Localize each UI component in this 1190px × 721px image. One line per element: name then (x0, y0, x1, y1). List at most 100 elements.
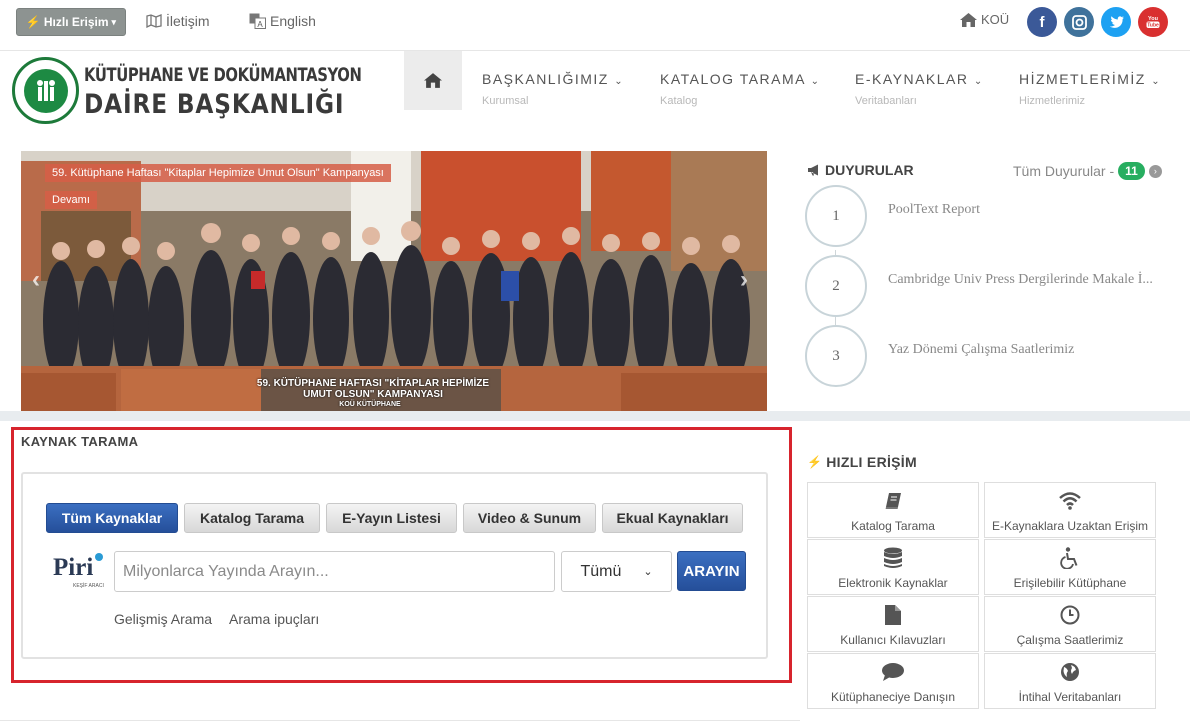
quick-link-label: E-Kaynaklara Uzaktan Erişim (991, 519, 1149, 533)
quick-access-button[interactable]: ⚡ Hızlı Erişim ▾ (16, 8, 126, 36)
logo-title-line2[interactable]: DAİRE BAŞKANLIĞI (84, 89, 344, 120)
slider-prev-arrow-icon[interactable]: ‹ (32, 266, 40, 294)
nav-item-baskanligimiz[interactable]: BAŞKANLIĞIMIZ ⌄ Kurumsal (482, 71, 624, 107)
seal-emblem (23, 68, 68, 113)
announcements-title-label: DUYURULAR (825, 162, 914, 178)
svg-text:You: You (1148, 16, 1158, 22)
search-input[interactable] (114, 551, 555, 592)
language-label: English (270, 13, 316, 29)
translate-icon: A (249, 13, 266, 29)
slide-banner: 59. KÜTÜPHANE HAFTASI "KİTAPLAR HEPİMİZE… (255, 378, 491, 400)
instagram-icon[interactable] (1064, 7, 1094, 37)
advanced-search-link[interactable]: Gelişmiş Arama (114, 611, 212, 627)
contact-label: İletişim (166, 13, 210, 29)
quick-link-label: Kütüphaneciye Danışın (830, 690, 956, 704)
announcement-number: 1 (805, 185, 867, 247)
search-button[interactable]: ARAYIN (677, 551, 746, 591)
wifi-icon (1059, 492, 1081, 510)
nav-subtitle: Hizmetlerimiz (1019, 95, 1085, 107)
all-announcements-link[interactable]: Tüm Duyurular - 11 › (1013, 162, 1162, 180)
quick-link-label: Katalog Tarama (851, 519, 935, 533)
announcement-number: 3 (805, 325, 867, 387)
nav-subtitle: Katalog (660, 95, 698, 107)
youtube-icon[interactable]: You Tube (1138, 7, 1168, 37)
language-link[interactable]: A English (249, 13, 316, 29)
twitter-icon[interactable] (1101, 7, 1131, 37)
announcement-item[interactable]: Cambridge Univ Press Dergilerinde Makale… (888, 272, 1153, 288)
nav-subtitle: Veritabanları (855, 95, 917, 107)
slide-more-link[interactable]: Devamı (45, 191, 97, 209)
home-icon (960, 12, 977, 27)
announcement-item[interactable]: Yaz Dönemi Çalışma Saatlerimiz (888, 342, 1074, 358)
slider-next-arrow-icon[interactable]: › (740, 266, 748, 294)
facebook-icon[interactable]: f (1027, 7, 1057, 37)
quick-link-remote-access[interactable]: E-Kaynaklara Uzaktan Erişim (984, 482, 1156, 538)
announcement-count-badge: 11 (1118, 162, 1145, 180)
globe-icon (1061, 663, 1079, 681)
chevron-down-icon: ⌄ (1151, 76, 1162, 87)
logo-title-line1[interactable]: KÜTÜPHANE VE DOKÜMANTASYON (84, 64, 362, 86)
database-icon (884, 547, 902, 568)
nav-item-katalog-tarama[interactable]: KATALOG TARAMA ⌄ Katalog (660, 71, 821, 107)
banner-line1: 59. KÜTÜPHANE HAFTASI "KİTAPLAR HEPİMİZE (256, 378, 490, 389)
nav-home[interactable] (404, 51, 462, 110)
map-icon (146, 14, 162, 28)
piri-logo: Piri (53, 554, 94, 581)
all-announcements-label: Tüm Duyurular - (1013, 163, 1115, 179)
quick-link-working-hours[interactable]: Çalışma Saatlerimiz (984, 596, 1156, 652)
search-tips-link[interactable]: Arama ipuçları (229, 611, 319, 627)
chevron-down-icon: ▾ (111, 16, 117, 27)
tab-all-resources[interactable]: Tüm Kaynaklar (46, 503, 178, 533)
chat-icon (882, 663, 904, 681)
tab-video-presentation[interactable]: Video & Sunum (463, 503, 596, 533)
quick-access-title-label: HIZLI ERİŞİM (826, 454, 917, 470)
quick-link-catalog-search[interactable]: Katalog Tarama (807, 482, 979, 538)
svg-text:Tube: Tube (1147, 23, 1159, 29)
piri-logo-dot (95, 553, 103, 561)
megaphone-icon (808, 164, 818, 176)
tab-ekual-resources[interactable]: Ekual Kaynakları (602, 503, 743, 533)
kou-label: KOÜ (981, 12, 1010, 27)
banner-line2: UMUT OLSUN" KAMPANYASI (303, 389, 443, 400)
news-slider[interactable] (21, 151, 767, 411)
announcement-item[interactable]: PoolText Report (888, 202, 980, 218)
university-seal-logo[interactable] (12, 57, 79, 124)
quick-access-title: ⚡ HIZLI ERİŞİM (807, 454, 917, 470)
top-bar: ⚡ Hızlı Erişim ▾ İletişim A English KOÜ … (0, 0, 1190, 46)
quick-link-label: Çalışma Saatlerimiz (1016, 633, 1124, 647)
slide-photo (21, 151, 767, 411)
nav-title: E-KAYNAKLAR (855, 71, 969, 87)
home-icon (424, 73, 442, 88)
svg-text:A: A (257, 20, 263, 29)
banner-subtitle: KOÜ KÜTÜPHANE (339, 401, 401, 408)
slide-caption[interactable]: 59. Kütüphane Haftası "Kitaplar Hepimize… (45, 164, 391, 182)
quick-link-plagiarism-databases[interactable]: İntihal Veritabanları (984, 653, 1156, 709)
quick-link-electronic-resources[interactable]: Elektronik Kaynaklar (807, 539, 979, 595)
book-icon (885, 493, 901, 509)
quick-access-label: Hızlı Erişim (43, 15, 109, 29)
wheelchair-icon (1060, 547, 1078, 569)
quick-link-ask-librarian[interactable]: Kütüphaneciye Danışın (807, 653, 979, 709)
search-section-title: KAYNAK TARAMA (21, 434, 139, 449)
quick-link-label: Elektronik Kaynaklar (838, 576, 948, 590)
nav-item-e-kaynaklar[interactable]: E-KAYNAKLAR ⌄ Veritabanları (855, 71, 984, 107)
file-icon (885, 605, 901, 625)
quick-link-accessible-library[interactable]: Erişilebilir Kütüphane (984, 539, 1156, 595)
chevron-down-icon: ⌄ (643, 566, 653, 578)
announcements-title: DUYURULAR (807, 162, 914, 178)
search-scope-select[interactable]: Tümü ⌄ (561, 551, 672, 592)
announcement-number: 2 (805, 255, 867, 317)
quick-link-user-guides[interactable]: Kullanıcı Kılavuzları (807, 596, 979, 652)
quick-link-label: İntihal Veritabanları (1018, 690, 1122, 704)
kou-home-link[interactable]: KOÜ (960, 12, 1009, 27)
tab-e-journal-list[interactable]: E-Yayın Listesi (326, 503, 457, 533)
chevron-right-icon: › (1148, 164, 1162, 178)
contact-link[interactable]: İletişim (146, 13, 210, 29)
quick-link-label: Kullanıcı Kılavuzları (840, 633, 946, 647)
piri-logo-subtitle: KEŞİF ARACI (73, 583, 104, 589)
chevron-down-icon: ⌄ (973, 76, 984, 87)
nav-item-hizmetlerimiz[interactable]: HİZMETLERİMİZ ⌄ Hizmetlerimiz (1019, 71, 1161, 107)
bolt-icon: ⚡ (25, 15, 41, 29)
tab-catalog-search[interactable]: Katalog Tarama (184, 503, 320, 533)
nav-title: KATALOG TARAMA (660, 71, 806, 87)
